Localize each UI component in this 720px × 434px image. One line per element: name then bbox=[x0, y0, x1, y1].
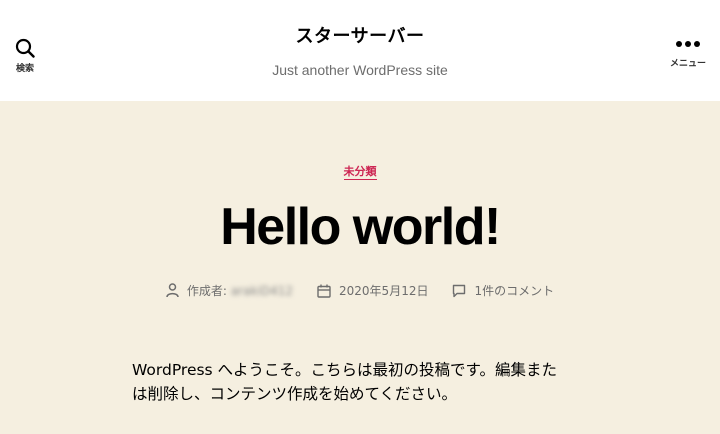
post-comments: 1件のコメント bbox=[452, 282, 554, 299]
entry-categories: 未分類 bbox=[0, 163, 720, 180]
entry-header: 未分類 Hello world! 作成者: arakiD412 2020年5月1… bbox=[0, 101, 720, 299]
comment-icon bbox=[453, 284, 466, 297]
site-branding: スターサーバー Just another WordPress site bbox=[0, 22, 720, 78]
post-meta: 作成者: arakiD412 2020年5月12日 1件のコメント bbox=[0, 282, 720, 299]
content-paragraph: WordPress へようこそ。こちらは最初の投稿です。編集また は削除し、コン… bbox=[132, 358, 592, 406]
content-line-2: は削除し、コンテンツ作成を始めてください。 bbox=[132, 385, 458, 404]
entry-content: WordPress へようこそ。こちらは最初の投稿です。編集また は削除し、コン… bbox=[132, 358, 592, 406]
site-description: Just another WordPress site bbox=[272, 62, 448, 78]
calendar-icon bbox=[317, 284, 331, 298]
menu-toggle-label: メニュー bbox=[669, 59, 706, 69]
post-date: 2020年5月12日 bbox=[317, 282, 428, 299]
site-title[interactable]: スターサーバー bbox=[0, 22, 720, 48]
category-link[interactable]: 未分類 bbox=[343, 165, 377, 180]
post-date-text[interactable]: 2020年5月12日 bbox=[339, 282, 428, 299]
author-name[interactable]: arakiD412 bbox=[231, 284, 293, 298]
comments-link[interactable]: 1件のコメント bbox=[474, 282, 554, 299]
site-header: 検索 スターサーバー Just another WordPress site メ… bbox=[0, 0, 720, 101]
content-line-1: WordPress へようこそ。こちらは最初の投稿です。編集また bbox=[132, 361, 558, 379]
entry-title: Hello world! bbox=[220, 198, 501, 256]
post-author: 作成者: arakiD412 bbox=[166, 282, 293, 299]
more-dots-icon bbox=[676, 40, 700, 48]
user-icon bbox=[166, 283, 179, 298]
menu-toggle[interactable]: メニュー bbox=[668, 40, 708, 69]
author-label: 作成者: bbox=[186, 284, 227, 299]
